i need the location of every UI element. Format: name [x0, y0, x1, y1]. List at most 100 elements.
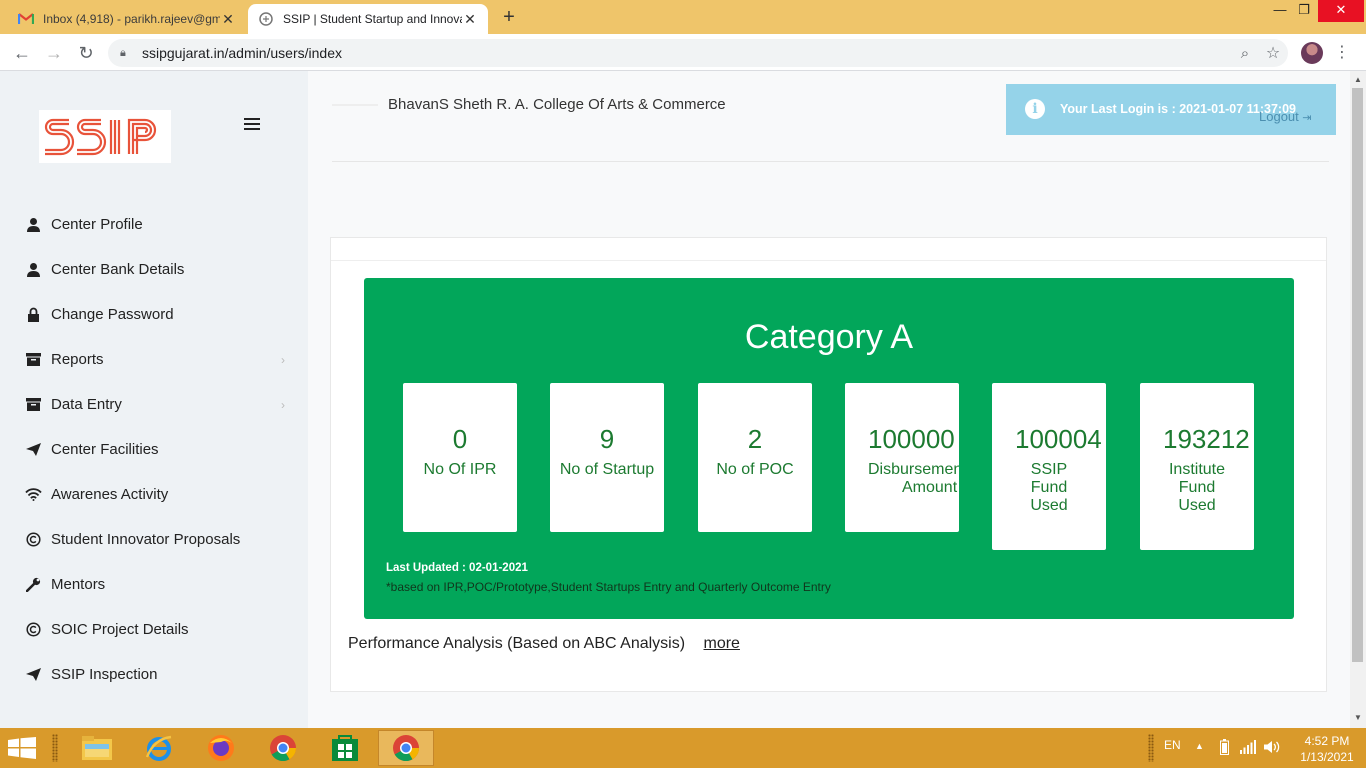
reload-icon[interactable]: ↻ — [74, 41, 98, 65]
college-name: BhavanS Sheth R. A. College Of Arts & Co… — [388, 96, 726, 113]
lock-icon: 🔒︎ — [120, 46, 126, 59]
logout-icon: ⇥ — [1302, 112, 1312, 124]
sidebar-item-data-entry[interactable]: Data Entry › — [0, 382, 308, 427]
firefox-icon[interactable] — [193, 730, 249, 766]
new-tab-button[interactable]: + — [498, 6, 520, 28]
stat-value: 193212 — [1163, 424, 1250, 454]
browser-menu-icon[interactable]: ⋮ — [1334, 42, 1350, 64]
sidebar-item-soic-project-details[interactable]: SOIC Project Details — [0, 607, 308, 652]
scroll-up-icon[interactable]: ▲ — [1354, 75, 1362, 84]
profile-avatar[interactable] — [1301, 42, 1323, 64]
window-close-icon[interactable]: ✕ — [1318, 0, 1364, 22]
copyright-icon — [24, 621, 42, 639]
logout-link[interactable]: Logout ⇥ — [1259, 109, 1312, 124]
gmail-icon — [18, 11, 34, 27]
network-signal-icon[interactable] — [1240, 740, 1256, 757]
browser-toolbar: ← → ↻ 🔒︎ ssipgujarat.in/admin/users/inde… — [0, 34, 1366, 71]
internet-explorer-icon[interactable] — [131, 730, 187, 766]
clock-date: 1/13/2021 — [1300, 750, 1354, 764]
info-icon: i — [1025, 99, 1045, 119]
stat-label: No of Startup — [559, 461, 655, 478]
hamburger-menu-icon[interactable] — [244, 118, 260, 132]
tab-title: Inbox (4,918) - parikh.rajeev@gm — [43, 12, 220, 26]
volume-icon[interactable] — [1264, 740, 1280, 757]
chrome-icon[interactable] — [255, 730, 311, 766]
battery-icon[interactable] — [1220, 739, 1229, 758]
more-link[interactable]: more — [704, 635, 740, 652]
tab-title: SSIP | Student Startup and Innova — [283, 12, 462, 26]
zoom-icon[interactable]: ⌕ — [1232, 45, 1258, 62]
stat-card-disbursement: 100000 Disbursemen Amount — [845, 383, 959, 532]
sidebar-item-reports[interactable]: Reports › — [0, 337, 308, 382]
windows-taskbar: EN ▲ 4:52 PM 1/13/2021 — [0, 728, 1366, 768]
send-icon — [24, 441, 42, 459]
restore-icon[interactable]: ❐ — [1290, 0, 1318, 22]
stat-label: Institute Fund Used — [1168, 461, 1226, 514]
sidebar-item-center-profile[interactable]: Center Profile — [0, 202, 308, 247]
page-scrollbar[interactable]: ▲ ▼ — [1350, 71, 1366, 728]
category-title: Category A — [744, 318, 914, 356]
stat-label-line1: Disbursemen — [868, 461, 959, 478]
clock-time: 4:52 PM — [1304, 734, 1350, 748]
stat-card-institute-fund: 193212 Institute Fund Used — [1140, 383, 1254, 550]
sidebar-item-label: Student Innovator Proposals — [51, 531, 241, 548]
stat-value: 100000 — [868, 424, 955, 454]
sidebar-item-mentors[interactable]: Mentors — [0, 562, 308, 607]
taskbar-clock[interactable]: 4:52 PM 1/13/2021 — [1294, 733, 1360, 765]
stat-value: 9 — [599, 424, 615, 454]
store-icon[interactable] — [317, 730, 373, 766]
main-content: BhavanS Sheth R. A. College Of Arts & Co… — [308, 71, 1350, 728]
sidebar-item-label: Center Facilities — [51, 441, 159, 458]
chrome-active-icon[interactable] — [378, 730, 434, 766]
sidebar-nav: Center Profile Center Bank Details Chang… — [0, 202, 308, 697]
tray-grip[interactable] — [1148, 734, 1154, 762]
taskbar-grip[interactable] — [52, 734, 58, 762]
sidebar-item-ssip-inspection[interactable]: SSIP Inspection — [0, 652, 308, 697]
sidebar-item-student-innovator-proposals[interactable]: Student Innovator Proposals — [0, 517, 308, 562]
chevron-right-icon: › — [281, 397, 285, 412]
sidebar-item-center-facilities[interactable]: Center Facilities — [0, 427, 308, 472]
user-icon — [24, 216, 42, 234]
data-note: *based on IPR,POC/Prototype,Student Star… — [386, 580, 831, 594]
stat-label: SSIP Fund Used — [1030, 461, 1068, 514]
archive-icon — [24, 351, 42, 369]
last-login-alert: i Your Last Login is : 2021-01-07 11:37:… — [1006, 84, 1336, 135]
tab-ssip[interactable]: SSIP | Student Startup and Innova ✕ — [248, 4, 488, 34]
windows-start-icon[interactable] — [8, 737, 38, 759]
user-icon — [24, 261, 42, 279]
scroll-down-icon[interactable]: ▼ — [1354, 713, 1362, 722]
sidebar-item-label: Reports — [51, 351, 104, 368]
lock-icon — [24, 306, 42, 324]
performance-label: Performance Analysis (Based on ABC Analy… — [348, 635, 686, 652]
language-indicator[interactable]: EN — [1164, 738, 1181, 752]
show-hidden-icons-icon[interactable]: ▲ — [1195, 741, 1204, 751]
bookmark-star-icon[interactable]: ☆ — [1258, 43, 1288, 63]
logout-label: Logout — [1259, 109, 1299, 124]
stat-card-ssip-fund: 100004 SSIP Fund Used — [992, 383, 1106, 550]
tab-close-icon[interactable]: ✕ — [462, 11, 478, 28]
wrench-icon — [24, 576, 42, 594]
stat-value: 2 — [747, 424, 763, 454]
archive-icon — [24, 396, 42, 414]
performance-analysis: Performance Analysis (Based on ABC Analy… — [348, 635, 740, 653]
panel-header-divider — [331, 260, 1326, 261]
stat-label: No Of IPR — [423, 461, 497, 478]
ssip-logo[interactable] — [39, 110, 171, 163]
address-bar[interactable]: 🔒︎ ssipgujarat.in/admin/users/index ⌕ ☆ — [108, 39, 1288, 67]
file-explorer-icon[interactable] — [69, 730, 125, 766]
tab-gmail-inbox[interactable]: Inbox (4,918) - parikh.rajeev@gm ✕ — [8, 4, 246, 34]
stat-card-startup: 9 No of Startup — [550, 383, 664, 532]
back-icon[interactable]: ← — [10, 41, 34, 65]
sidebar-item-label: SSIP Inspection — [51, 666, 158, 683]
scrollbar-thumb[interactable] — [1352, 88, 1363, 662]
sidebar-item-awarenes-activity[interactable]: Awarenes Activity — [0, 472, 308, 517]
send-icon — [24, 666, 42, 684]
url-text: ssipgujarat.in/admin/users/index — [142, 45, 342, 61]
sidebar-item-change-password[interactable]: Change Password — [0, 292, 308, 337]
forward-icon[interactable]: → — [42, 41, 66, 65]
tab-close-icon[interactable]: ✕ — [220, 11, 236, 28]
sidebar-item-label: Mentors — [51, 576, 106, 593]
sidebar-item-center-bank-details[interactable]: Center Bank Details — [0, 247, 308, 292]
wifi-icon — [24, 486, 42, 504]
stat-value: 0 — [452, 424, 468, 454]
